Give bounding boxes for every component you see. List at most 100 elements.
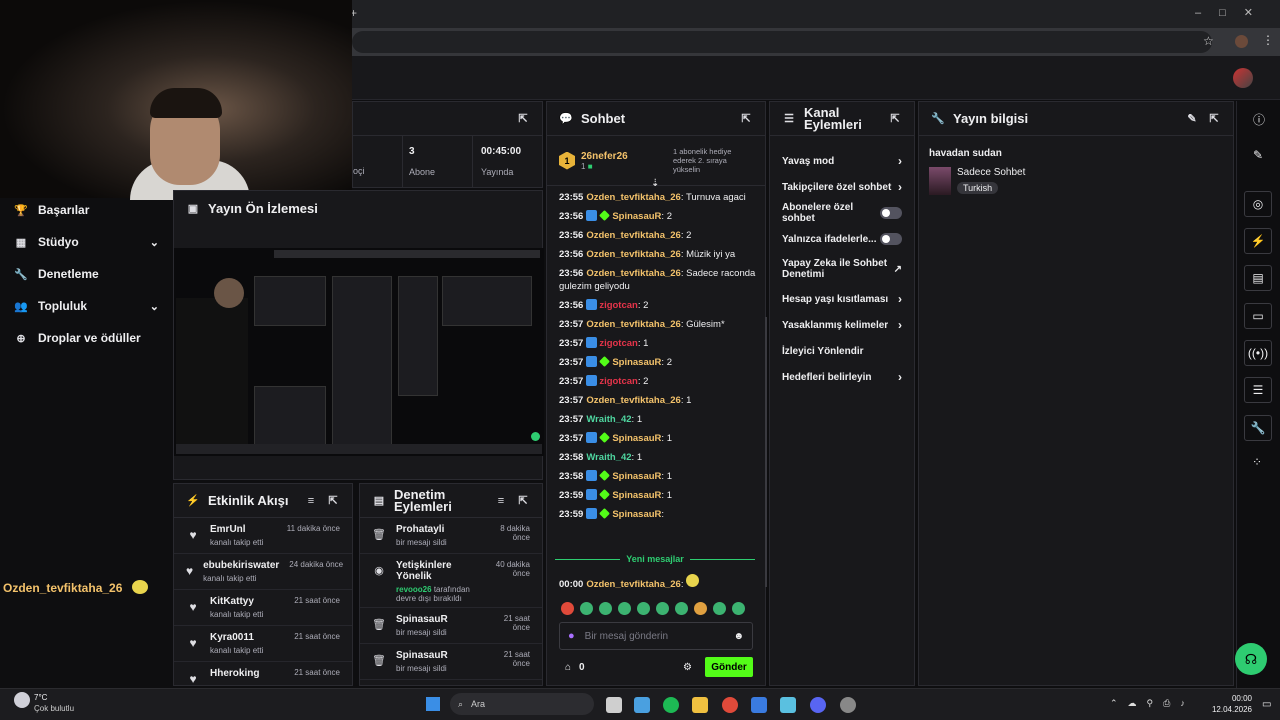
app-icon[interactable] [840, 697, 856, 713]
emote-icon[interactable] [675, 602, 688, 615]
mod-action-item[interactable]: 🗑 Prohatayli bir mesajı sildi 8 dakika önc… [360, 518, 542, 554]
sidenav-item-achievements[interactable]: 🏆 Başarılar [14, 203, 159, 217]
chat-message[interactable]: 23:57 zigotcan: 2 [559, 372, 759, 391]
toggle-switch[interactable] [880, 207, 902, 219]
wrench-icon[interactable]: 🔧 [1244, 415, 1272, 441]
popout-icon[interactable]: ⇱ [326, 494, 340, 507]
camera-icon[interactable]: ◎ [1244, 191, 1272, 217]
filter-icon[interactable]: ≡ [494, 495, 508, 507]
channel-action-item[interactable]: Takipçilere özel sohbet › [770, 174, 914, 200]
chat-settings-icon[interactable]: ⚙ [683, 662, 692, 673]
popout-icon[interactable]: ⇱ [739, 112, 753, 125]
emote-icon[interactable] [656, 602, 669, 615]
address-bar[interactable] [352, 31, 1212, 53]
channel-action-item[interactable]: Yapay Zeka ile Sohbet Denetimi ↗ [770, 252, 914, 286]
discord-icon[interactable] [810, 697, 826, 713]
popout-icon[interactable]: ⇱ [516, 112, 530, 125]
popout-icon[interactable]: ⇱ [516, 494, 530, 507]
start-icon[interactable] [426, 697, 440, 711]
window-controls[interactable]: –□✕ [1195, 6, 1271, 19]
chat-message[interactable]: 23:56 Ozden_tevfiktaha_26: 2 [559, 226, 759, 245]
info-icon[interactable]: ⓘ [1253, 111, 1265, 128]
document-icon[interactable]: ▤ [1244, 265, 1272, 291]
channel-action-item[interactable]: Yavaş mod › [770, 148, 914, 174]
emote-icon[interactable] [694, 602, 707, 615]
chat-message-latest[interactable]: 00:00 Ozden_tevfiktaha_26: [559, 574, 700, 590]
chat-message[interactable]: 23:56 SpinasauR: 2 [559, 207, 759, 226]
emote-icon[interactable] [561, 602, 574, 615]
chat-message[interactable]: 23:57 Ozden_tevfiktaha_26: 1 [559, 391, 759, 410]
sidenav-item-studio[interactable]: ▦ Stüdyo ⌄ [14, 235, 159, 249]
notification-icon[interactable]: ▭ [1262, 699, 1271, 710]
sidenav-item-community[interactable]: 👥 Topluluk ⌄ [14, 299, 159, 313]
channel-points[interactable]: ⌂ 0 [565, 662, 585, 673]
sidenav-item-drops[interactable]: ⊕ Droplar ve ödüller [14, 331, 159, 345]
broadcast-icon[interactable]: ((•)) [1244, 340, 1272, 366]
activity-item[interactable]: ♥ KitKattyy kanalı takip etti 21 saat önce [174, 590, 352, 626]
store-app-icon[interactable] [634, 697, 650, 713]
chat-message[interactable]: 23:57 SpinasauR: 1 [559, 429, 759, 448]
taskbar-search[interactable]: ⌕ Ara [450, 693, 594, 715]
emote-icon[interactable] [618, 602, 631, 615]
chat-message[interactable]: 23:58 Wraith_42: 1 [559, 448, 759, 467]
chat-message[interactable]: 23:57 zigotcan: 1 [559, 334, 759, 353]
explorer-icon[interactable] [692, 697, 708, 713]
chat-message[interactable]: 23:57 Wraith_42: 1 [559, 410, 759, 429]
filter-icon[interactable]: ≡ [304, 495, 318, 507]
popout-icon[interactable]: ⇱ [888, 112, 902, 125]
channel-action-item[interactable]: Yasaklanmış kelimeler › [770, 312, 914, 338]
task-view-icon[interactable] [606, 697, 622, 713]
chat-message[interactable]: 23:59 SpinasauR: 1 [559, 486, 759, 505]
mod-action-item[interactable]: ◉ Yetişkinlere Yönelik revooo26 tarafından… [360, 554, 542, 608]
chat-icon[interactable]: ▭ [1244, 303, 1272, 329]
chat-message[interactable]: 23:55 Ozden_tevfiktaha_26: Turnuva agaci [559, 188, 759, 207]
chat-scrollbar[interactable] [765, 317, 767, 587]
emote-icon[interactable] [580, 602, 593, 615]
chrome-icon[interactable] [722, 697, 738, 713]
channel-action-item[interactable]: Hesap yaşı kısıtlaması › [770, 286, 914, 312]
system-tray[interactable]: ⌃☁⚲⎙♪ [1110, 698, 1195, 709]
mail-icon[interactable] [751, 697, 767, 713]
chat-message[interactable]: 23:57 Ozden_tevfiktaha_26: Gülesim* [559, 315, 759, 334]
smiley-icon[interactable]: ☻ [733, 631, 744, 642]
preview-video[interactable] [174, 248, 544, 456]
activity-item[interactable]: ♥ EmrUnl kanalı takip etti 11 dakika önce [174, 518, 352, 554]
bookmark-star-icon[interactable]: ☆ [1203, 34, 1214, 48]
mic-icon[interactable]: ● [568, 630, 575, 642]
user-avatar[interactable] [1233, 68, 1253, 88]
activity-item[interactable]: ♥ ebubekiriswater kanalı takip etti 24 daki… [174, 554, 352, 590]
chat-message[interactable]: 23:56 Ozden_tevfiktaha_26: Sadece raconda… [559, 264, 759, 296]
chat-message[interactable]: 23:58 SpinasauR: 1 [559, 467, 759, 486]
profile-avatar[interactable] [1235, 35, 1248, 48]
chat-message[interactable]: 23:57 SpinasauR: 2 [559, 353, 759, 372]
emote-icon[interactable] [599, 602, 612, 615]
send-button[interactable]: Gönder [705, 657, 753, 677]
more-icon[interactable]: ⁘ [1252, 455, 1262, 469]
edit-icon[interactable]: ✎ [1253, 148, 1263, 162]
activity-item[interactable]: ♥ Hheroking 21 saat önce [174, 662, 352, 685]
popout-icon[interactable]: ⇱ [1207, 112, 1221, 125]
chat-message[interactable]: 23:59 SpinasauR: [559, 505, 759, 524]
emote-icon[interactable] [713, 602, 726, 615]
emote-icon[interactable] [732, 602, 745, 615]
activity-item[interactable]: ♥ Kyra0011 kanalı takip etti 21 saat önce [174, 626, 352, 662]
support-icon[interactable]: ☊ [1235, 643, 1267, 675]
toggle-switch[interactable] [880, 233, 902, 245]
chat-message[interactable]: 23:56 Ozden_tevfiktaha_26: Müzik iyi ya [559, 245, 759, 264]
edit-icon[interactable]: ✎ [1185, 112, 1199, 125]
channel-action-item[interactable]: Yalnızca ifadelerle... [770, 226, 914, 252]
list-icon[interactable]: ☰ [1244, 377, 1272, 403]
app-icon[interactable] [780, 697, 796, 713]
chat-input[interactable]: ● Bir mesaj gönderin ☻ [559, 622, 753, 650]
channel-action-item[interactable]: İzleyici Yönlendir [770, 338, 914, 364]
chat-message[interactable]: 23:56 zigotcan: 2 [559, 296, 759, 315]
channel-action-item[interactable]: Hedefleri belirleyin › [770, 364, 914, 390]
sidenav-item-moderation[interactable]: 🔧 Denetleme [14, 267, 159, 281]
mod-action-item[interactable]: 🗑 SpinasauR bir mesajı sildi 21 saat önce [360, 608, 542, 644]
lightning-icon[interactable]: ⚡ [1244, 228, 1272, 254]
mod-action-item[interactable]: 🗑 SpinasauR bir mesajı sildi 21 saat önce [360, 644, 542, 680]
spotify-icon[interactable] [663, 697, 679, 713]
browser-menu-icon[interactable]: ⋮ [1262, 33, 1274, 47]
emote-icon[interactable] [637, 602, 650, 615]
channel-action-item[interactable]: Abonelere özel sohbet [770, 200, 914, 226]
